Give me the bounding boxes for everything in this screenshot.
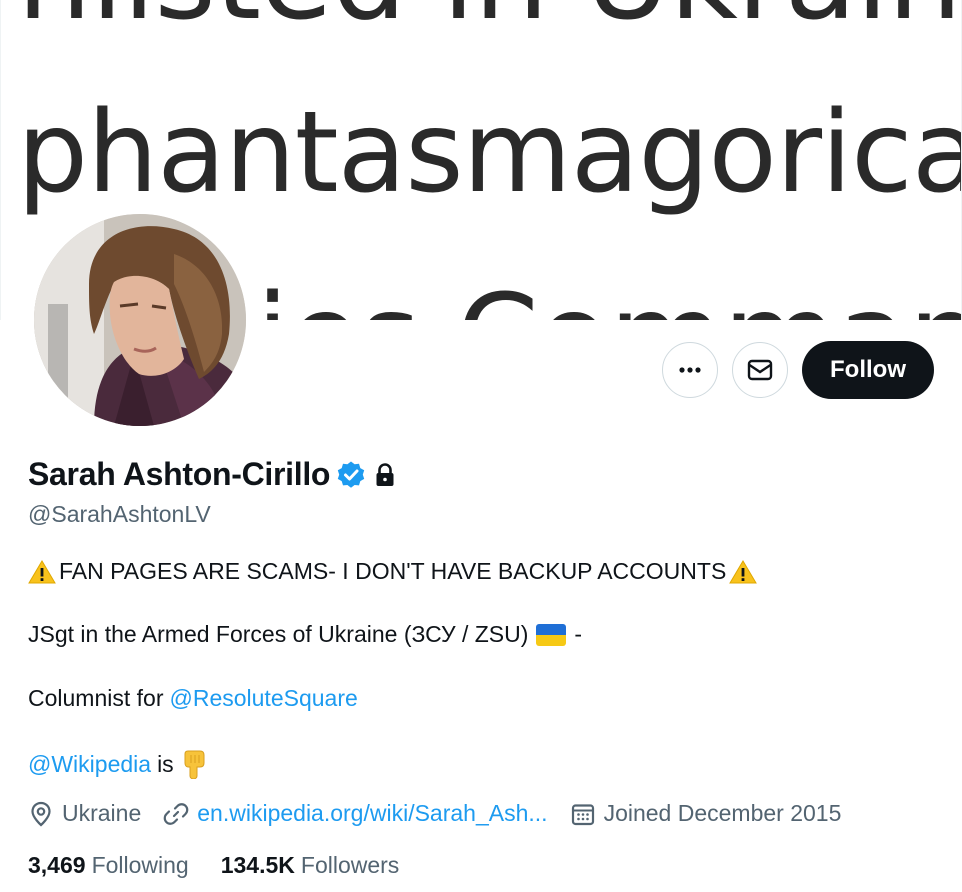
message-button[interactable] (732, 342, 789, 398)
banner-text-middle: phantasmagorical (17, 88, 962, 218)
bio-line-2: JSgt in the Armed Forces of Ukraine (ЗСУ… (28, 621, 582, 648)
website-item: en.wikipedia.org/wiki/Sarah_Ash... (163, 800, 548, 827)
location-text: Ukraine (62, 800, 142, 826)
warning-icon (28, 559, 56, 583)
resolute-square-link[interactable]: @ResoluteSquare (169, 685, 357, 712)
profile-handle: @SarahAshtonLV (28, 501, 211, 527)
follow-button[interactable]: Follow (802, 341, 934, 399)
verified-badge-icon[interactable] (336, 460, 366, 490)
bio-warning-text: FAN PAGES ARE SCAMS- I DON'T HAVE BACKUP… (59, 558, 727, 584)
website-link[interactable]: en.wikipedia.org/wiki/Sarah_Ash... (197, 800, 547, 827)
envelope-icon (747, 359, 773, 381)
profile-actions: Follow (662, 341, 934, 399)
bio-is-text: is (157, 750, 174, 777)
bio-columnist-text: Columnist for (28, 685, 164, 711)
location-item: Ukraine (28, 800, 141, 827)
profile-meta: Ukraine en.wikipedia.org/wiki/Sarah_Ash.… (28, 800, 863, 827)
following-stat[interactable]: 3,469 Following (28, 852, 189, 879)
warning-icon (729, 559, 758, 583)
bio-armed-forces-text: JSgt in the Armed Forces of Ukraine (ЗСУ… (28, 621, 529, 647)
bio-line-4: @Wikipedia is (28, 749, 208, 779)
ukraine-flag-icon (536, 623, 567, 646)
ellipsis-icon (679, 367, 701, 373)
bio-line-3: Columnist for @ResoluteSquare (28, 685, 358, 712)
joined-item: Joined December 2015 (570, 800, 842, 827)
location-pin-icon (31, 801, 51, 826)
lock-icon (376, 462, 394, 486)
followers-stat[interactable]: 134.5K Followers (221, 852, 400, 879)
following-label: Following (91, 852, 189, 878)
link-icon (163, 802, 189, 825)
calendar-icon (571, 803, 594, 825)
display-name: Sarah Ashton-Cirillo (28, 456, 331, 492)
avatar[interactable] (30, 210, 250, 430)
banner-text-top: nlisted in Ukraine's (17, 0, 961, 46)
joined-text: Joined December 2015 (603, 800, 842, 826)
more-button[interactable] (662, 342, 719, 398)
wikipedia-mention-link[interactable]: @Wikipedia (28, 751, 151, 778)
followers-label: Followers (300, 852, 400, 878)
bio-line-1: FAN PAGES ARE SCAMS- I DON'T HAVE BACKUP… (28, 558, 758, 585)
following-count: 3,469 (28, 852, 86, 878)
profile-name-row: Sarah Ashton-Cirillo (28, 456, 398, 493)
bio-dash: - (574, 621, 583, 647)
pointing-down-icon (184, 750, 205, 779)
followers-count: 134.5K (220, 852, 295, 878)
profile-stats: 3,469 Following 134.5K Followers (28, 852, 431, 879)
